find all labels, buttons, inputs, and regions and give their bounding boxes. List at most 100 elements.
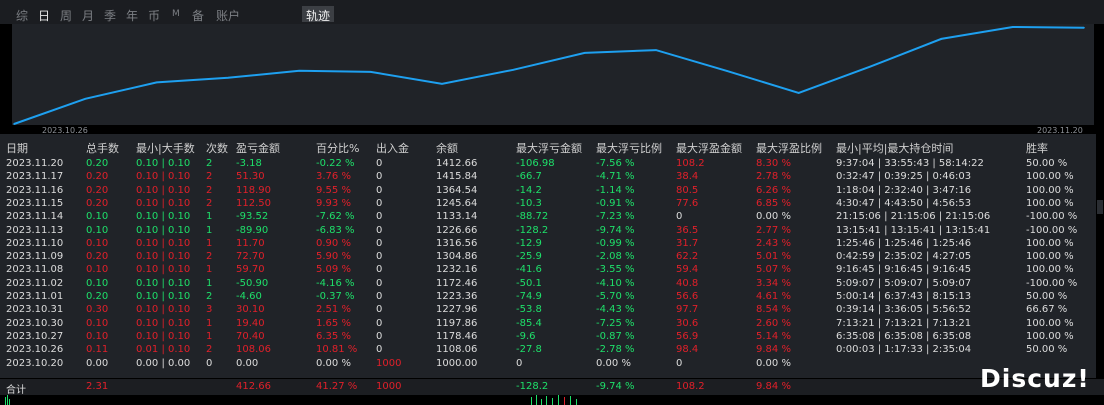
cell-pnl: -50.90 xyxy=(236,277,269,289)
cell-max-float-profit: 36.5 xyxy=(676,224,699,236)
cell-pnl: 11.70 xyxy=(236,237,265,249)
cell-max-float-loss-pct: -4.71 % xyxy=(596,171,635,183)
header-win-rate[interactable]: 胜率 xyxy=(1026,140,1048,156)
header-pnl[interactable]: 盈亏金额 xyxy=(236,140,280,156)
header-min-max-lots[interactable]: 最小|大手数 xyxy=(136,140,195,156)
tab-year[interactable]: 年 xyxy=(126,7,138,24)
tab-summary[interactable]: 综 xyxy=(16,7,28,24)
cell-date: 2023.11.17 xyxy=(6,171,64,183)
cell-max-float-profit: 98.4 xyxy=(676,344,699,356)
header-balance[interactable]: 余额 xyxy=(436,140,458,156)
table-row[interactable]: 2023.10.30 0.10 0.10 | 0.10 1 19.40 1.65 % 0 11… xyxy=(0,317,1104,331)
tab-m[interactable]: M xyxy=(172,9,180,19)
cell-date: 2023.10.30 xyxy=(6,317,64,329)
cell-balance: 1245.64 xyxy=(436,197,478,209)
cell-win-rate: -100.00 % xyxy=(1026,211,1078,223)
tab-day[interactable]: 日 xyxy=(38,7,50,24)
cell-max-float-profit: 77.6 xyxy=(676,197,699,209)
header-deposit[interactable]: 出入金 xyxy=(376,140,409,156)
balance-point-9 xyxy=(655,49,657,51)
header-max-float-loss[interactable]: 最大浮亏金额 xyxy=(516,140,582,156)
cell-min-max-lots: 0.10 | 0.10 xyxy=(136,237,191,249)
table-row[interactable]: 2023.11.14 0.10 0.10 | 0.10 1 -93.52 -7.62 % 0… xyxy=(0,210,1104,224)
total-pnl: 412.66 xyxy=(236,381,271,392)
tab-week[interactable]: 周 xyxy=(60,7,72,24)
cell-count: 1 xyxy=(206,317,213,329)
cell-count: 2 xyxy=(206,158,213,169)
cell-win-rate: 100.00 % xyxy=(1026,237,1074,249)
discuz-watermark: Discuz! xyxy=(980,364,1090,393)
indicator-tick xyxy=(546,396,547,405)
cell-min-max-lots: 0.10 | 0.10 xyxy=(136,317,191,329)
table-row[interactable]: 2023.11.20 0.20 0.10 | 0.10 2 -3.18 -0.22 % 0 1… xyxy=(0,157,1104,171)
table-row[interactable]: 2023.11.16 0.20 0.10 | 0.10 2 118.90 9.55 % 0 1… xyxy=(0,184,1104,198)
cell-min-max-lots: 0.10 | 0.10 xyxy=(136,330,191,342)
table-row[interactable]: 2023.10.27 0.10 0.10 | 0.10 1 70.40 6.35 % 0 11… xyxy=(0,330,1104,344)
cell-min-max-lots: 0.10 | 0.10 xyxy=(136,264,191,276)
cell-max-float-profit: 0 xyxy=(676,211,683,223)
table-row[interactable]: 2023.10.26 0.11 0.01 | 0.10 2 108.06 10.81 % 0… xyxy=(0,343,1104,357)
header-hold-time[interactable]: 最小|平均|最大持仓时间 xyxy=(836,140,953,156)
cell-max-float-profit: 38.4 xyxy=(676,171,699,183)
cell-max-float-profit-pct: 0.00 % xyxy=(756,357,791,369)
cell-hold-time: 0:00:03 | 1:17:33 | 2:35:04 xyxy=(836,344,972,356)
vertical-scrollbar[interactable] xyxy=(1096,24,1104,379)
tab-note[interactable]: 备 xyxy=(192,7,204,24)
header-max-float-profit[interactable]: 最大浮盈金额 xyxy=(676,140,742,156)
table-header-row: 日期 总手数 最小|大手数 次数 盈亏金额 百分比% 出入金 余额 最大浮亏金额 最大浮亏比例 最大… xyxy=(0,140,1104,156)
cell-max-float-loss: -50.1 xyxy=(516,277,542,289)
total-deposit: 1000 xyxy=(376,381,402,392)
cell-max-float-profit-pct: 6.26 % xyxy=(756,184,791,196)
balance-point-3 xyxy=(227,77,229,79)
cell-max-float-profit-pct: 0.00 % xyxy=(756,211,791,223)
table-row[interactable]: 2023.11.13 0.10 0.10 | 0.10 1 -89.90 -6.83 % 0… xyxy=(0,224,1104,238)
tab-quarter[interactable]: 季 xyxy=(104,7,116,24)
tab-account[interactable]: 账户 xyxy=(216,7,240,24)
scrollbar-thumb[interactable] xyxy=(1097,200,1103,214)
cell-max-float-loss: 0 xyxy=(516,357,523,369)
table-row[interactable]: 2023.11.08 0.10 0.10 | 0.10 1 59.70 5.09 % 0 12… xyxy=(0,263,1104,277)
cell-win-rate: 100.00 % xyxy=(1026,184,1074,196)
header-date[interactable]: 日期 xyxy=(6,140,28,156)
indicator-tick xyxy=(570,396,571,405)
cell-max-float-profit-pct: 5.01 % xyxy=(756,251,791,263)
tab-month[interactable]: 月 xyxy=(82,7,94,24)
table-row[interactable]: 2023.10.31 0.30 0.10 | 0.10 3 30.10 2.51 % 0 12… xyxy=(0,303,1104,317)
cell-count: 1 xyxy=(206,264,213,276)
table-row[interactable]: 2023.11.09 0.20 0.10 | 0.10 2 72.70 5.90 % 0 13… xyxy=(0,250,1104,264)
cell-pnl: 112.50 xyxy=(236,197,271,209)
cell-win-rate: -100.00 % xyxy=(1026,224,1078,236)
indicator-tick xyxy=(564,397,565,405)
header-count[interactable]: 次数 xyxy=(206,140,228,156)
cell-total-lots: 0.00 xyxy=(86,357,109,369)
cell-count: 1 xyxy=(206,330,213,342)
cell-total-lots: 0.10 xyxy=(86,224,109,236)
cell-date: 2023.11.15 xyxy=(6,197,64,209)
cell-win-rate: 50.00 % xyxy=(1026,344,1068,356)
tab-trajectory[interactable]: 轨迹 xyxy=(302,6,335,23)
table-row[interactable]: 2023.11.01 0.20 0.10 | 0.10 2 -4.60 -0.37 % 0 1… xyxy=(0,290,1104,304)
cell-deposit: 0 xyxy=(376,317,383,329)
table-row[interactable]: 2023.11.15 0.20 0.10 | 0.10 2 112.50 9.93 % 0 1… xyxy=(0,197,1104,211)
table-row[interactable]: 2023.11.10 0.10 0.10 | 0.10 1 11.70 0.90 % 0 13… xyxy=(0,237,1104,251)
header-total-lots[interactable]: 总手数 xyxy=(86,140,119,156)
cell-max-float-profit-pct: 2.60 % xyxy=(756,317,791,329)
table-row[interactable]: 2023.11.17 0.20 0.10 | 0.10 2 51.30 3.76 % 0 14… xyxy=(0,170,1104,184)
cell-percent: 5.09 % xyxy=(316,264,351,276)
header-percent[interactable]: 百分比% xyxy=(316,140,359,156)
cell-max-float-profit-pct: 2.77 % xyxy=(756,224,791,236)
cell-total-lots: 0.10 xyxy=(86,317,109,329)
header-max-float-loss-pct[interactable]: 最大浮亏比例 xyxy=(596,140,662,156)
daily-stats-table: 日期 总手数 最小|大手数 次数 盈亏金额 百分比% 出入金 余额 最大浮亏金额 最大浮亏比例 最大… xyxy=(0,134,1104,378)
cell-count: 1 xyxy=(206,224,213,236)
tab-currency[interactable]: 币 xyxy=(148,7,160,24)
table-row[interactable]: 2023.10.20 0.00 0.00 | 0.00 0 0.00 0.00 % 1000… xyxy=(0,357,1104,371)
cell-min-max-lots: 0.01 | 0.10 xyxy=(136,344,191,356)
balance-point-2 xyxy=(155,81,158,84)
cell-hold-time: 1:25:46 | 1:25:46 | 1:25:46 xyxy=(836,237,972,249)
cell-percent: 9.93 % xyxy=(316,197,351,209)
cell-max-float-profit: 0 xyxy=(676,357,683,369)
header-max-float-profit-pct[interactable]: 最大浮盈比例 xyxy=(756,140,822,156)
table-row[interactable]: 2023.11.02 0.10 0.10 | 0.10 1 -50.90 -4.16 % 0… xyxy=(0,277,1104,291)
cell-max-float-profit-pct: 2.43 % xyxy=(756,237,791,249)
